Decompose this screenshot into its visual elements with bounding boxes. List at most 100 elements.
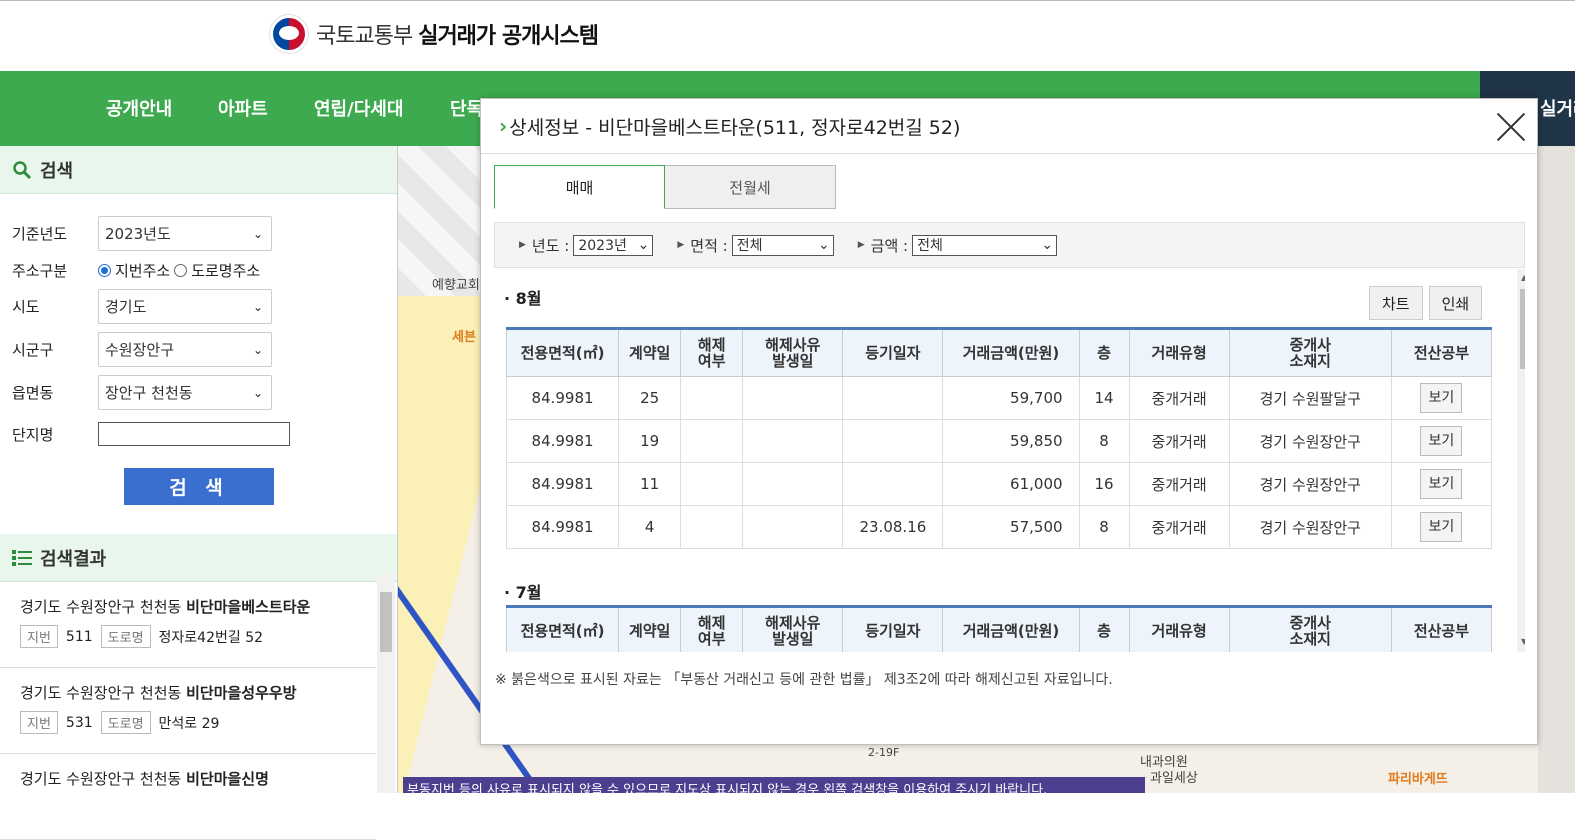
- filter-area-label: 면적 :: [690, 236, 728, 255]
- print-button[interactable]: 인쇄: [1428, 286, 1483, 320]
- top-header: 국토교통부 실거래가 공개시스템: [0, 0, 1575, 71]
- year-label: 기준년도: [12, 225, 68, 243]
- sido-label: 시도: [12, 298, 40, 316]
- map-label-church: 예향교회: [432, 278, 480, 293]
- chevron-down-icon: ⌄: [637, 237, 650, 253]
- results-panel-header: 검색결과: [0, 534, 397, 582]
- nav-item-house[interactable]: 단독: [450, 95, 483, 121]
- triangle-right-icon: ▶: [677, 240, 685, 250]
- search-form: 기준년도 2023년도 ⌄ 주소구분 지번주소 도로명주소 시도 경기도 ⌄ 시군구…: [0, 194, 397, 522]
- table-header-row: 전용면적(㎡) 계약일 해제 여부 해제사유 발생일 등기일자 거래금액(만원)…: [505, 606, 1493, 652]
- col-area: 전용면적(㎡): [505, 328, 620, 377]
- triangle-right-icon: ▶: [857, 240, 865, 250]
- search-panel-header: 검색: [0, 146, 397, 194]
- nav-item-apartment[interactable]: 아파트: [218, 95, 268, 121]
- chevron-down-icon: ⌄: [252, 342, 263, 357]
- search-button[interactable]: 검 색: [124, 468, 274, 505]
- site-logo[interactable]: 국토교통부 실거래가 공개시스템: [270, 15, 599, 53]
- scroll-thumb[interactable]: [1520, 289, 1525, 369]
- search-icon: [13, 160, 32, 179]
- modal-title-bar: › 상세정보 - 비단마을베스트타운(511, 정자로42번길 52): [481, 99, 1537, 154]
- table-row: 84.9981 4 23.08.16 57,500 8 중개거래 경기 수원장안…: [505, 505, 1493, 549]
- results-scrollbar[interactable]: [377, 574, 395, 793]
- scroll-up-icon[interactable]: ▲: [1521, 273, 1525, 282]
- cancel-notice: ※ 붉은색으로 표시된 자료는 「부동산 거래신고 등에 관한 법률」 제3조2…: [495, 672, 1113, 688]
- chevron-down-icon: ⌄: [252, 299, 263, 314]
- month-heading-jul: · 7월: [504, 583, 542, 602]
- result-name: 비단마을베스트타운: [186, 598, 311, 616]
- chevron-right-icon: ›: [499, 114, 508, 138]
- view-button[interactable]: 보기: [1420, 426, 1463, 456]
- table-row: 84.9981 11 61,000 16 중개거래 경기 수원장안구 보기: [505, 462, 1493, 506]
- transaction-table-jul: 전용면적(㎡) 계약일 해제 여부 해제사유 발생일 등기일자 거래금액(만원)…: [505, 605, 1493, 652]
- month-heading-aug: · 8월: [504, 289, 542, 308]
- filter-year-select[interactable]: 2023년 ⌄: [573, 234, 654, 256]
- search-sidebar: 검색 기준년도 2023년도 ⌄ 주소구분 지번주소 도로명주소 시도 경기도 ⌄ …: [0, 146, 398, 840]
- col-cancel: 해제 여부: [680, 328, 744, 377]
- filter-bar: ▶ 년도 : 2023년 ⌄ ▶ 면적 : 전체 ⌄ ▶ 금액 : 전체 ⌄: [494, 222, 1525, 268]
- nav-item-villa[interactable]: 연립/다세대: [314, 95, 403, 121]
- scroll-down-icon[interactable]: ▼: [1521, 637, 1525, 646]
- table-row: 84.9981 19 59,850 8 중개거래 경기 수원장안구 보기: [505, 419, 1493, 463]
- col-agent-location: 중개사 소재지: [1228, 328, 1392, 377]
- radio-road[interactable]: 도로명주소: [174, 260, 260, 281]
- taeguk-emblem-icon: [270, 15, 308, 53]
- complex-name-input[interactable]: [98, 422, 290, 446]
- view-button[interactable]: 보기: [1420, 383, 1463, 413]
- chart-button[interactable]: 차트: [1369, 286, 1423, 320]
- table-row: 84.9981 25 59,700 14 중개거래 경기 수원팔달구 보기: [505, 376, 1493, 420]
- road-tag: 도로명: [100, 625, 151, 648]
- filter-amount-select[interactable]: 전체 ⌄: [912, 234, 1058, 256]
- close-icon[interactable]: [1495, 111, 1527, 143]
- modal-title: 상세정보 - 비단마을베스트타운(511, 정자로42번길 52): [509, 116, 961, 139]
- col-contract-day: 계약일: [618, 328, 682, 377]
- result-item[interactable]: 경기도 수원장안구 천천동 비단마을신명: [0, 754, 376, 840]
- detail-modal: › 상세정보 - 비단마을베스트타운(511, 정자로42번길 52) 매매 전…: [480, 98, 1538, 745]
- filter-amount-label: 금액 :: [870, 236, 909, 255]
- radio-jibun[interactable]: 지번주소: [98, 260, 170, 281]
- results-panel-title: 검색결과: [40, 548, 107, 570]
- col-register-date: 등기일자: [842, 328, 944, 377]
- org-name: 국토교통부: [316, 24, 413, 49]
- triangle-right-icon: ▶: [519, 240, 526, 250]
- sido-select[interactable]: 경기도 ⌄: [98, 289, 272, 324]
- list-icon: [12, 549, 32, 566]
- transaction-table-aug: 전용면적(㎡) 계약일 해제 여부 해제사유 발생일 등기일자 거래금액(만원)…: [505, 327, 1493, 549]
- filter-area-select[interactable]: 전체 ⌄: [731, 234, 834, 256]
- table-header-row: 전용면적(㎡) 계약일 해제 여부 해제사유 발생일 등기일자 거래금액(만원)…: [505, 328, 1493, 377]
- addr-type-label: 주소구분: [12, 261, 68, 280]
- transaction-list: · 8월 차트 인쇄 전용면적(㎡) 계약일 해제 여부 해제사유 발생일 등기…: [494, 269, 1525, 652]
- col-floor: 층: [1078, 328, 1130, 377]
- chevron-down-icon: ⌄: [252, 226, 263, 241]
- col-registry: 전산공부: [1390, 328, 1493, 377]
- view-button[interactable]: 보기: [1420, 469, 1463, 499]
- col-deal-type: 거래유형: [1128, 328, 1230, 377]
- eupmyeondong-label: 읍면동: [12, 384, 54, 402]
- col-amount: 거래금액(만원): [942, 328, 1080, 377]
- eupmyeondong-select[interactable]: 장안구 천천동 ⌄: [98, 375, 272, 410]
- chevron-down-icon: ⌄: [817, 237, 830, 253]
- tab-sale[interactable]: 매매: [494, 165, 665, 209]
- map-label-store: 세븐: [452, 330, 476, 345]
- chevron-down-icon: ⌄: [1041, 237, 1054, 253]
- tab-rent[interactable]: 전월세: [665, 165, 836, 209]
- modal-tabs: 매매 전월세: [494, 165, 836, 209]
- view-button[interactable]: 보기: [1420, 512, 1463, 542]
- map-label-bakery: 파리바게뜨: [1388, 772, 1448, 787]
- nav-item-guide[interactable]: 공개안내: [106, 95, 172, 121]
- jibun-tag: 지번: [20, 711, 58, 734]
- map-label-clinic: 내과의원: [1140, 755, 1188, 770]
- sigungu-label: 시군구: [12, 341, 54, 359]
- modal-scrollbar[interactable]: ▲ ▼: [1517, 269, 1525, 652]
- road-tag: 도로명: [100, 711, 151, 734]
- complex-label: 단지명: [12, 425, 54, 444]
- chevron-down-icon: ⌄: [252, 385, 263, 400]
- filter-year-label: 년도 :: [531, 236, 570, 255]
- result-item[interactable]: 경기도 수원장안구 천천동 비단마을성우우방 지번 531 도로명 만석로 29: [0, 668, 376, 754]
- year-select[interactable]: 2023년도 ⌄: [98, 216, 272, 251]
- jibun-tag: 지번: [20, 625, 58, 648]
- result-name: 비단마을성우우방: [186, 684, 297, 702]
- col-cancel-date: 해제사유 발생일: [742, 328, 844, 377]
- sigungu-select[interactable]: 수원장안구 ⌄: [98, 332, 272, 367]
- result-item[interactable]: 경기도 수원장안구 천천동 비단마을베스트타운 지번 511 도로명 정자로42번길 …: [0, 582, 376, 668]
